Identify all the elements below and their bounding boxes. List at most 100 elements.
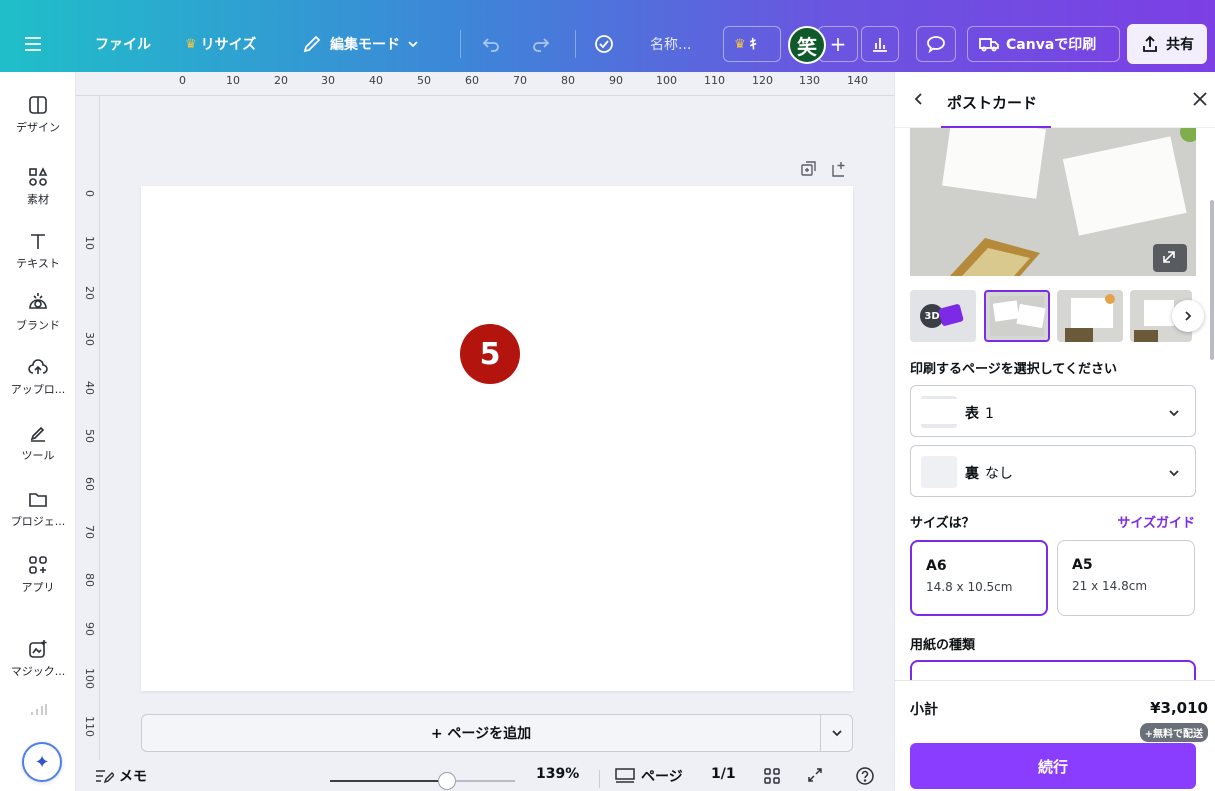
add-page-options-button[interactable]	[820, 714, 853, 752]
expand-icon	[808, 768, 822, 782]
upload-icon	[28, 359, 48, 374]
sidebar-item-projects[interactable]: プロジェ...	[0, 488, 76, 529]
back-swatch	[921, 456, 957, 488]
apps-icon	[29, 556, 47, 574]
premium-button[interactable]: ♛ ｷ	[723, 26, 781, 62]
sidebar-item-design[interactable]: デザイン	[0, 94, 76, 135]
print-with-canva-button[interactable]: Canvaで印刷	[967, 26, 1120, 62]
back-button[interactable]	[911, 91, 927, 111]
grid-icon	[764, 768, 780, 784]
back-page-select[interactable]: 裏なし	[910, 445, 1196, 497]
zoom-slider-fill	[330, 780, 447, 782]
paper-type-option[interactable]	[910, 660, 1196, 680]
sidebar-item-text[interactable]: テキスト	[0, 230, 76, 271]
redo-button[interactable]	[530, 18, 552, 70]
bar-chart-icon	[873, 38, 887, 52]
undo-icon	[482, 38, 499, 52]
sparkle-icon: ✦	[34, 751, 50, 773]
chevron-down-icon	[831, 730, 842, 737]
brand-icon	[29, 293, 47, 309]
add-page-icon	[832, 162, 845, 177]
resize-button[interactable]: ♛ リサイズ	[185, 18, 256, 70]
size-option-a6[interactable]: A6 14.8 x 10.5cm	[910, 540, 1048, 616]
sidebar-item-uploads[interactable]: アップロ...	[0, 356, 76, 397]
sidebar-item-magic-media[interactable]: マジック...	[0, 638, 76, 679]
toolbar-divider	[460, 30, 461, 58]
left-sidebar: デザイン 素材 テキスト ブランド アップロ... ツール プロジェ... アプ…	[0, 72, 76, 791]
sidebar-item-elements[interactable]: 素材	[0, 166, 76, 207]
edit-mode-dropdown[interactable]: 編集モード	[302, 18, 420, 70]
toolbar-divider	[575, 30, 576, 58]
pages-icon	[615, 768, 635, 783]
crown-icon: ♛	[185, 36, 197, 52]
crown-icon: ♛	[734, 36, 746, 52]
design-page[interactable]	[141, 186, 853, 691]
add-page-above-button[interactable]	[830, 160, 848, 178]
page-count: 1/1	[711, 766, 736, 782]
zoom-slider-handle[interactable]	[437, 772, 456, 790]
ruler-top: 0 10 20 30 40 50 60 70 80 90 100 110 120…	[76, 72, 894, 96]
thumbnail-mockup-2[interactable]	[1057, 290, 1123, 342]
hamburger-icon	[25, 37, 41, 51]
panel-scrollbar[interactable]	[1210, 200, 1214, 360]
fullscreen-button[interactable]	[806, 766, 824, 784]
share-icon	[1143, 35, 1157, 52]
sidebar-item-draw[interactable]: ツール	[0, 422, 76, 463]
status-divider	[599, 770, 600, 788]
subtotal-label: 小計	[910, 702, 938, 718]
zoom-slider[interactable]	[330, 780, 515, 782]
checkout-footer: 小計 ¥3,010 +無料で配送 続行	[895, 680, 1215, 791]
thumbnail-3d[interactable]: 3D	[910, 290, 976, 342]
magic-media-icon	[29, 640, 47, 658]
size-guide-link[interactable]: サイズガイド	[1117, 512, 1195, 531]
grid-view-button[interactable]	[762, 766, 782, 786]
panel-header: ポストカード	[895, 72, 1215, 128]
close-icon	[1193, 92, 1207, 106]
help-button[interactable]	[855, 766, 875, 786]
duplicate-page-button[interactable]	[800, 160, 818, 178]
zoom-level[interactable]: 139%	[536, 766, 579, 782]
help-icon	[856, 767, 874, 785]
comment-button[interactable]	[916, 26, 956, 62]
folder-icon	[29, 493, 47, 507]
ruler-left: 0 10 20 30 40 50 60 70 80 90 100 110	[76, 96, 100, 760]
chevron-right-icon	[1185, 311, 1192, 321]
size-option-a5[interactable]: A5 21 x 14.8cm	[1057, 540, 1195, 616]
duplicate-icon	[801, 161, 816, 176]
share-button[interactable]: 共有	[1127, 24, 1207, 64]
layout-icon	[29, 96, 47, 114]
magic-assistant-button[interactable]: ✦	[22, 742, 62, 782]
pages-button[interactable]: ページ	[614, 766, 683, 786]
close-panel-button[interactable]	[1191, 90, 1209, 112]
continue-button[interactable]: 続行	[910, 743, 1196, 789]
sidebar-item-apps[interactable]: アプリ	[0, 554, 76, 595]
draw-icon	[30, 426, 45, 442]
front-page-select[interactable]: 表1	[910, 385, 1196, 437]
truck-icon	[979, 38, 999, 52]
step-badge: 5	[460, 324, 520, 384]
avatar[interactable]: 笑	[788, 26, 826, 64]
text-icon	[31, 234, 45, 249]
more-apps-icon	[30, 702, 48, 721]
preview-thumbnails: 3D	[910, 290, 1210, 342]
paper-type-label: 用紙の種類	[910, 638, 976, 653]
redo-icon	[533, 38, 550, 52]
undo-button[interactable]	[480, 18, 502, 70]
cube-icon	[938, 303, 964, 327]
print-panel: ポストカード 3D 印刷するページを選択してください 表 1 裏 なし サイズは…	[894, 72, 1215, 791]
document-name[interactable]: 名称...	[650, 18, 691, 70]
save-status-button[interactable]	[592, 18, 616, 70]
notes-button[interactable]: メモ	[94, 766, 147, 786]
thumbnails-next-button[interactable]	[1172, 300, 1204, 332]
menu-button[interactable]	[22, 18, 44, 70]
notes-icon	[96, 770, 114, 784]
thumbnail-flatlay-selected[interactable]	[984, 290, 1050, 342]
select-pages-label: 印刷するページを選択してください	[910, 362, 1117, 377]
add-page-button[interactable]: + ページを追加	[141, 714, 821, 752]
chevron-left-icon	[914, 93, 922, 105]
insights-button[interactable]	[861, 26, 899, 62]
sidebar-item-brand[interactable]: ブランド	[0, 290, 76, 333]
expand-preview-button[interactable]	[1153, 244, 1187, 272]
file-menu[interactable]: ファイル	[95, 18, 151, 70]
elements-icon	[29, 167, 48, 186]
